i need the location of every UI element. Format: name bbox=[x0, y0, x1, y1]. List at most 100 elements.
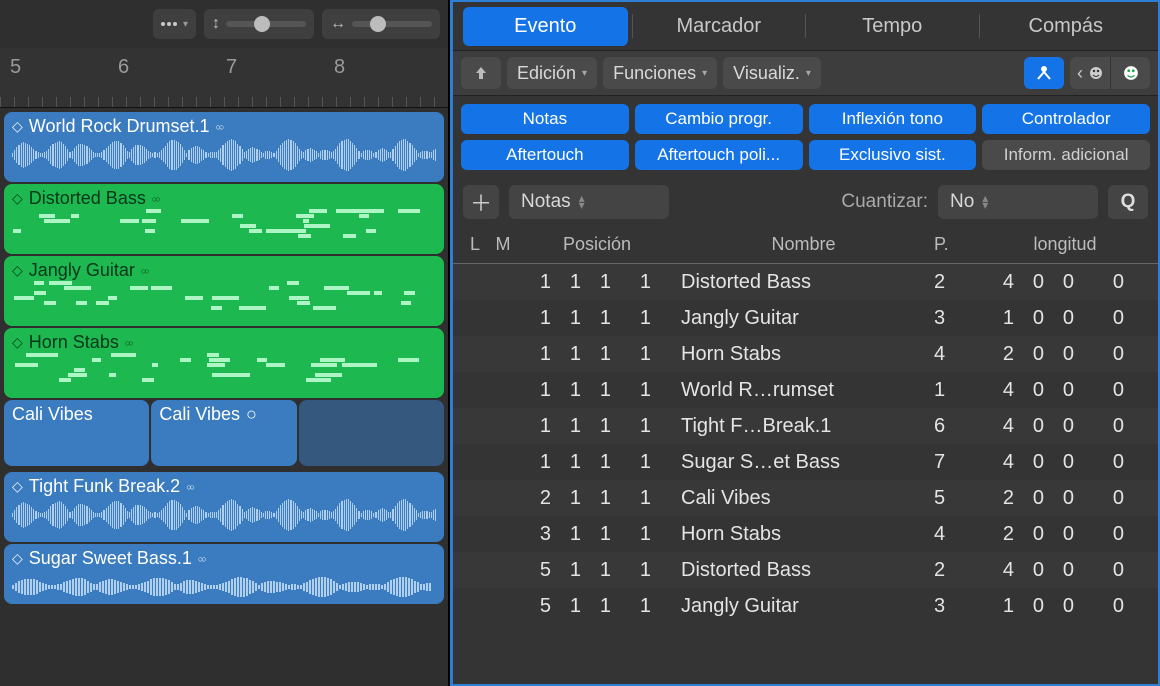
region-name: Cali Vibes bbox=[12, 404, 93, 425]
loop-icon: ◇ bbox=[12, 190, 23, 207]
color-mode-group: ‹ bbox=[1070, 57, 1150, 89]
table-row[interactable]: 2111Cali Vibes52000 bbox=[453, 480, 1158, 516]
cycle-icon: ○○ bbox=[198, 554, 205, 564]
loop-icon: ◇ bbox=[12, 478, 23, 495]
arrange-panel: ▾ ↕ ↔ 5 6 7 8 ◇ World Rock Drumset.1 ○○ ◇ Disto… bbox=[0, 0, 450, 686]
table-row[interactable]: 5111Jangly Guitar31000 bbox=[453, 588, 1158, 624]
cycle-icon: ○ bbox=[246, 404, 257, 425]
region-name: Sugar Sweet Bass.1 bbox=[29, 548, 192, 569]
col-name[interactable]: Nombre bbox=[677, 230, 930, 259]
table-row[interactable]: 1111Distorted Bass24000 bbox=[453, 264, 1158, 300]
chevron-down-icon: ▾ bbox=[702, 68, 707, 79]
panel-tabs: EventoMarcadorTempoCompás bbox=[453, 2, 1158, 50]
region[interactable]: ◇ Tight Funk Break.2 ○○ bbox=[4, 472, 444, 542]
tab-evento[interactable]: Evento bbox=[463, 7, 628, 46]
link-button[interactable] bbox=[1024, 57, 1064, 89]
ruler-mark: 6 bbox=[118, 56, 129, 79]
table-row[interactable]: 5111Distorted Bass24000 bbox=[453, 552, 1158, 588]
event-filter-bar: NotasCambio progr.Inflexión tonoControla… bbox=[453, 96, 1158, 178]
vertical-zoom-slider[interactable] bbox=[226, 21, 306, 27]
region-name: Horn Stabs bbox=[29, 332, 119, 353]
table-row[interactable]: 1111Jangly Guitar31000 bbox=[453, 300, 1158, 336]
col-l[interactable]: L bbox=[461, 230, 489, 259]
cycle-icon: ○○ bbox=[186, 482, 193, 492]
list-toolbar: ＋ Notas ▴▾ Cuantizar: No ▴▾ Q bbox=[453, 178, 1158, 226]
add-event-button[interactable]: ＋ bbox=[463, 185, 499, 219]
region-name: World Rock Drumset.1 bbox=[29, 116, 210, 137]
region[interactable]: ◇World Rock Drumset.1○○ bbox=[4, 112, 444, 182]
table-row[interactable]: 1111World R…rumset14000 bbox=[453, 372, 1158, 408]
filter-inform-adicional[interactable]: Inform. adicional bbox=[982, 140, 1150, 170]
stepper-icon: ▴▾ bbox=[982, 195, 988, 209]
table-row[interactable]: 1111Tight F…Break.164000 bbox=[453, 408, 1158, 444]
chevron-down-icon: ▾ bbox=[806, 68, 811, 79]
region-name: Distorted Bass bbox=[29, 188, 146, 209]
ruler-mark: 5 bbox=[10, 56, 21, 79]
color-button[interactable] bbox=[1110, 57, 1150, 89]
ruler-mark: 8 bbox=[334, 56, 345, 79]
tab-marcador[interactable]: Marcador bbox=[637, 7, 802, 46]
view-menu[interactable]: Visualiz.▾ bbox=[723, 57, 821, 89]
filter-controlador[interactable]: Controlador bbox=[982, 104, 1150, 134]
filter-exclusivo-sist-[interactable]: Exclusivo sist. bbox=[809, 140, 977, 170]
functions-menu[interactable]: Funciones▾ bbox=[603, 57, 717, 89]
col-p[interactable]: P. bbox=[930, 230, 980, 259]
ellipsis-icon bbox=[161, 22, 177, 26]
region[interactable]: ◇ Horn Stabs ○○ bbox=[4, 328, 444, 398]
region[interactable]: ◇Distorted Bass○○ bbox=[4, 184, 444, 254]
cycle-icon: ○○ bbox=[125, 338, 132, 348]
quantize-select[interactable]: No ▴▾ bbox=[938, 185, 1098, 219]
table-row[interactable]: 1111Horn Stabs42000 bbox=[453, 336, 1158, 372]
tab-compás[interactable]: Compás bbox=[984, 7, 1149, 46]
filter-notas[interactable]: Notas bbox=[461, 104, 629, 134]
arrange-toolbar: ▾ ↕ ↔ bbox=[0, 0, 448, 48]
prev-color-button[interactable]: ‹ bbox=[1070, 57, 1110, 89]
loop-icon: ◇ bbox=[12, 550, 23, 567]
ruler-mark: 7 bbox=[226, 56, 237, 79]
filter-aftertouch[interactable]: Aftertouch bbox=[461, 140, 629, 170]
filter-cambio-progr-[interactable]: Cambio progr. bbox=[635, 104, 803, 134]
hierarchy-up-button[interactable] bbox=[461, 57, 501, 89]
arrow-up-icon bbox=[472, 64, 490, 82]
table-header: L M Posición Nombre P. longitud bbox=[453, 226, 1158, 264]
stepper-icon: ▴▾ bbox=[579, 195, 585, 209]
region[interactable]: Cali Vibes bbox=[4, 400, 149, 466]
quantize-label: Cuantizar: bbox=[841, 191, 928, 213]
filter-inflexi-n-tono[interactable]: Inflexión tono bbox=[809, 104, 977, 134]
timeline-ruler[interactable]: 5 6 7 8 bbox=[0, 48, 448, 108]
region-name: Jangly Guitar bbox=[29, 260, 135, 281]
region-name: Tight Funk Break.2 bbox=[29, 476, 180, 497]
palette-icon bbox=[1123, 65, 1139, 81]
view-options-button[interactable]: ▾ bbox=[153, 9, 196, 39]
tab-tempo[interactable]: Tempo bbox=[810, 7, 975, 46]
region[interactable]: ◇ Sugar Sweet Bass.1 ○○ bbox=[4, 544, 444, 604]
edit-menu[interactable]: Edición▾ bbox=[507, 57, 597, 89]
event-list-panel: EventoMarcadorTempoCompás Edición▾ Funci… bbox=[450, 0, 1160, 686]
event-menubar: Edición▾ Funciones▾ Visualiz.▾ ‹ bbox=[453, 50, 1158, 96]
region[interactable] bbox=[299, 400, 444, 466]
cycle-icon: ○○ bbox=[141, 266, 148, 276]
quantize-button[interactable]: Q bbox=[1108, 185, 1148, 219]
vertical-zoom[interactable]: ↕ bbox=[204, 9, 314, 39]
col-position[interactable]: Posición bbox=[517, 230, 677, 259]
table-row[interactable]: 1111Sugar S…et Bass74000 bbox=[453, 444, 1158, 480]
horizontal-zoom[interactable]: ↔ bbox=[322, 9, 440, 39]
table-row[interactable]: 3111Horn Stabs42000 bbox=[453, 516, 1158, 552]
region[interactable]: Cali Vibes ○ bbox=[151, 400, 296, 466]
vertical-arrows-icon: ↕ bbox=[212, 15, 220, 33]
chevron-down-icon: ▾ bbox=[582, 68, 587, 79]
loop-icon: ◇ bbox=[12, 262, 23, 279]
col-m[interactable]: M bbox=[489, 230, 517, 259]
horizontal-zoom-slider[interactable] bbox=[352, 21, 432, 27]
event-table: L M Posición Nombre P. longitud 1111Dist… bbox=[453, 226, 1158, 684]
tracks-area[interactable]: ◇World Rock Drumset.1○○◇Distorted Bass○○… bbox=[0, 108, 448, 686]
filter-aftertouch-poli-[interactable]: Aftertouch poli... bbox=[635, 140, 803, 170]
col-length[interactable]: longitud bbox=[980, 230, 1150, 259]
chevron-down-icon: ▾ bbox=[183, 19, 188, 30]
region-name: Cali Vibes bbox=[159, 404, 240, 425]
loop-icon: ◇ bbox=[12, 118, 23, 135]
horizontal-arrows-icon: ↔ bbox=[330, 15, 346, 33]
loop-icon: ◇ bbox=[12, 334, 23, 351]
event-type-select[interactable]: Notas ▴▾ bbox=[509, 185, 669, 219]
region[interactable]: ◇ Jangly Guitar ○○ bbox=[4, 256, 444, 326]
